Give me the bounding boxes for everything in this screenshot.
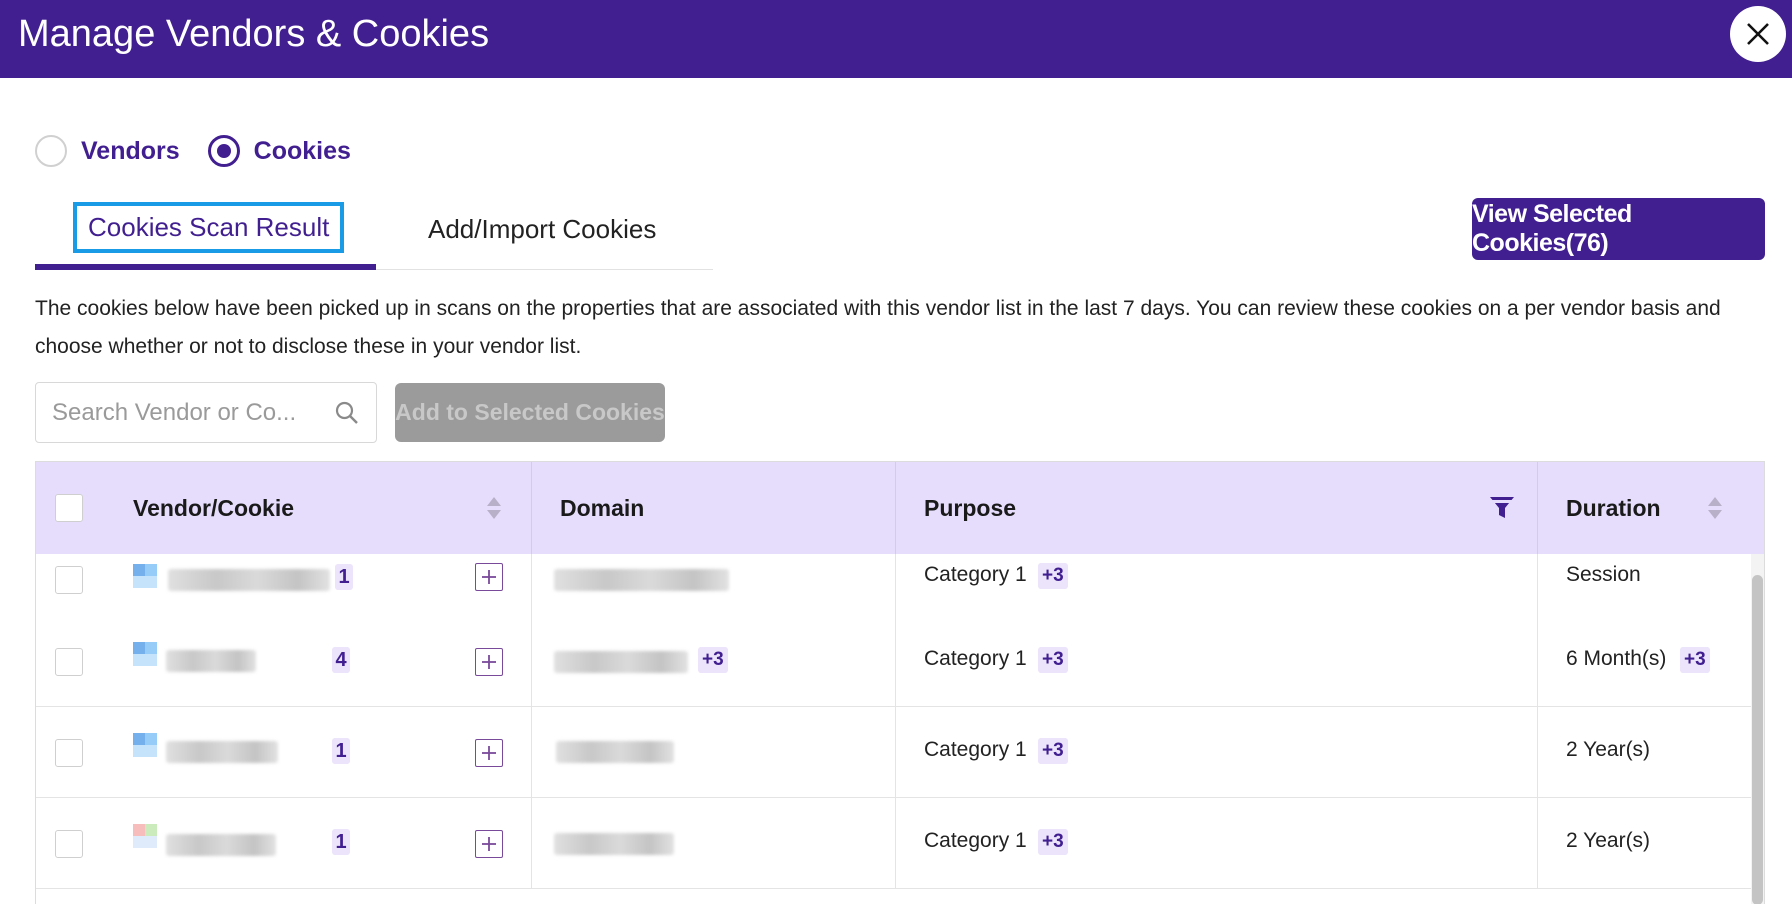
select-all-checkbox[interactable]: [55, 494, 83, 522]
cell-divider: [1537, 616, 1538, 707]
close-icon: [1747, 23, 1769, 45]
duration-text: 6 Month(s): [1566, 647, 1667, 670]
domain-redacted: [554, 833, 674, 855]
plus-icon: [482, 655, 496, 669]
row-checkbox[interactable]: [55, 566, 83, 594]
domain-redacted: [556, 741, 674, 763]
expand-row-button[interactable]: [475, 830, 503, 858]
modal-title: Manage Vendors & Cookies: [18, 13, 490, 55]
view-selected-cookies-button[interactable]: View Selected Cookies(76): [1472, 198, 1765, 260]
plus-icon: [482, 837, 496, 851]
purpose-text: Category 1: [924, 647, 1027, 670]
purpose-text: Category 1: [924, 563, 1027, 586]
column-label: Domain: [560, 494, 645, 521]
domain-redacted: [554, 651, 688, 673]
purpose-text: Category 1: [924, 738, 1027, 761]
duration-text: Session: [1566, 563, 1641, 586]
cookie-count-badge: 1: [335, 564, 353, 590]
vendor-logo: [133, 564, 157, 588]
cell-divider: [531, 798, 532, 889]
table-scrollbar-thumb[interactable]: [1752, 575, 1763, 904]
purpose-more-badge[interactable]: +3: [1038, 563, 1068, 589]
cookie-count-badge: 1: [332, 738, 350, 764]
column-label: Purpose: [924, 494, 1017, 521]
radio-label-vendors: Vendors: [81, 136, 180, 165]
vendor-name-redacted[interactable]: [166, 741, 278, 763]
column-header-purpose[interactable]: Purpose: [924, 462, 1424, 554]
expand-row-button[interactable]: [475, 563, 503, 591]
column-header-duration[interactable]: Duration: [1566, 462, 1716, 554]
purpose-more-badge[interactable]: +3: [1038, 647, 1068, 673]
plus-icon: [482, 746, 496, 760]
cookies-table: Vendor/Cookie Domain Purpose Duration 1 …: [35, 461, 1765, 904]
tab-bar: Cookies Scan Result Add/Import Cookies: [35, 198, 713, 270]
expand-row-button[interactable]: [475, 739, 503, 767]
cell-divider: [531, 616, 532, 707]
filter-icon[interactable]: [1489, 496, 1515, 520]
plus-icon: [482, 570, 496, 584]
column-header-vendor-cookie[interactable]: Vendor/Cookie: [133, 462, 493, 554]
row-checkbox[interactable]: [55, 739, 83, 767]
column-divider: [895, 462, 896, 554]
purpose-text: Category 1: [924, 829, 1027, 852]
radio-option-cookies[interactable]: Cookies: [207, 135, 351, 167]
vendor-name-redacted[interactable]: [168, 569, 330, 591]
description-text: The cookies below have been picked up in…: [35, 297, 1721, 358]
table-header: Vendor/Cookie Domain Purpose Duration: [36, 462, 1764, 554]
column-divider: [531, 462, 532, 554]
vendor-logo: [133, 824, 157, 848]
search-input[interactable]: [52, 383, 322, 442]
radio-button-vendors[interactable]: [35, 135, 67, 167]
radio-label-cookies: Cookies: [253, 136, 351, 165]
table-row: 4 +3 Category 1 +3 6 Month(s) +3: [36, 616, 1751, 707]
cookie-count-badge: 1: [332, 829, 350, 855]
domain-more-badge[interactable]: +3: [698, 647, 728, 673]
close-button[interactable]: [1730, 6, 1786, 62]
modal-header: Manage Vendors & Cookies: [0, 0, 1792, 78]
vendor-logo: [133, 733, 157, 757]
tab-label: Cookies Scan Result: [73, 202, 345, 253]
table-row: 1 Category 1 +3 2 Year(s): [36, 798, 1751, 889]
radio-option-vendors[interactable]: Vendors: [35, 135, 180, 167]
mode-radio-group: Vendors Cookies: [35, 134, 379, 168]
add-to-selected-cookies-button[interactable]: Add to Selected Cookies: [395, 383, 665, 442]
tab-label: Add/Import Cookies: [428, 214, 657, 244]
duration-text: 2 Year(s): [1566, 829, 1651, 852]
sort-icon[interactable]: [487, 496, 501, 520]
cell-divider: [895, 707, 896, 798]
column-label: Vendor/Cookie: [133, 494, 295, 521]
cell-divider: [1537, 707, 1538, 798]
duration-more-badge[interactable]: +3: [1680, 647, 1710, 673]
column-header-domain[interactable]: Domain: [560, 462, 890, 554]
tab-cookies-scan-result[interactable]: Cookies Scan Result: [35, 198, 376, 270]
row-checkbox[interactable]: [55, 648, 83, 676]
vendor-name-redacted[interactable]: [166, 650, 256, 672]
sort-icon[interactable]: [1708, 496, 1722, 520]
column-divider: [1537, 462, 1538, 554]
column-label: Duration: [1566, 494, 1661, 521]
cell-divider: [895, 616, 896, 707]
expand-row-button[interactable]: [475, 648, 503, 676]
vendor-logo: [133, 642, 157, 666]
domain-redacted: [554, 569, 729, 591]
duration-text: 2 Year(s): [1566, 738, 1651, 761]
purpose-more-badge[interactable]: +3: [1038, 829, 1068, 855]
cookie-count-badge: 4: [332, 647, 350, 673]
vendor-name-redacted[interactable]: [166, 834, 276, 856]
table-row: 1 Category 1 +3 2 Year(s): [36, 707, 1751, 798]
row-checkbox[interactable]: [55, 830, 83, 858]
search-icon[interactable]: [334, 400, 360, 426]
cell-divider: [895, 798, 896, 889]
radio-button-cookies[interactable]: [207, 135, 240, 167]
cell-divider: [1537, 798, 1538, 889]
search-field[interactable]: [35, 382, 377, 443]
tab-add-import-cookies[interactable]: Add/Import Cookies: [376, 198, 713, 270]
cell-divider: [531, 707, 532, 798]
purpose-more-badge[interactable]: +3: [1038, 738, 1068, 764]
